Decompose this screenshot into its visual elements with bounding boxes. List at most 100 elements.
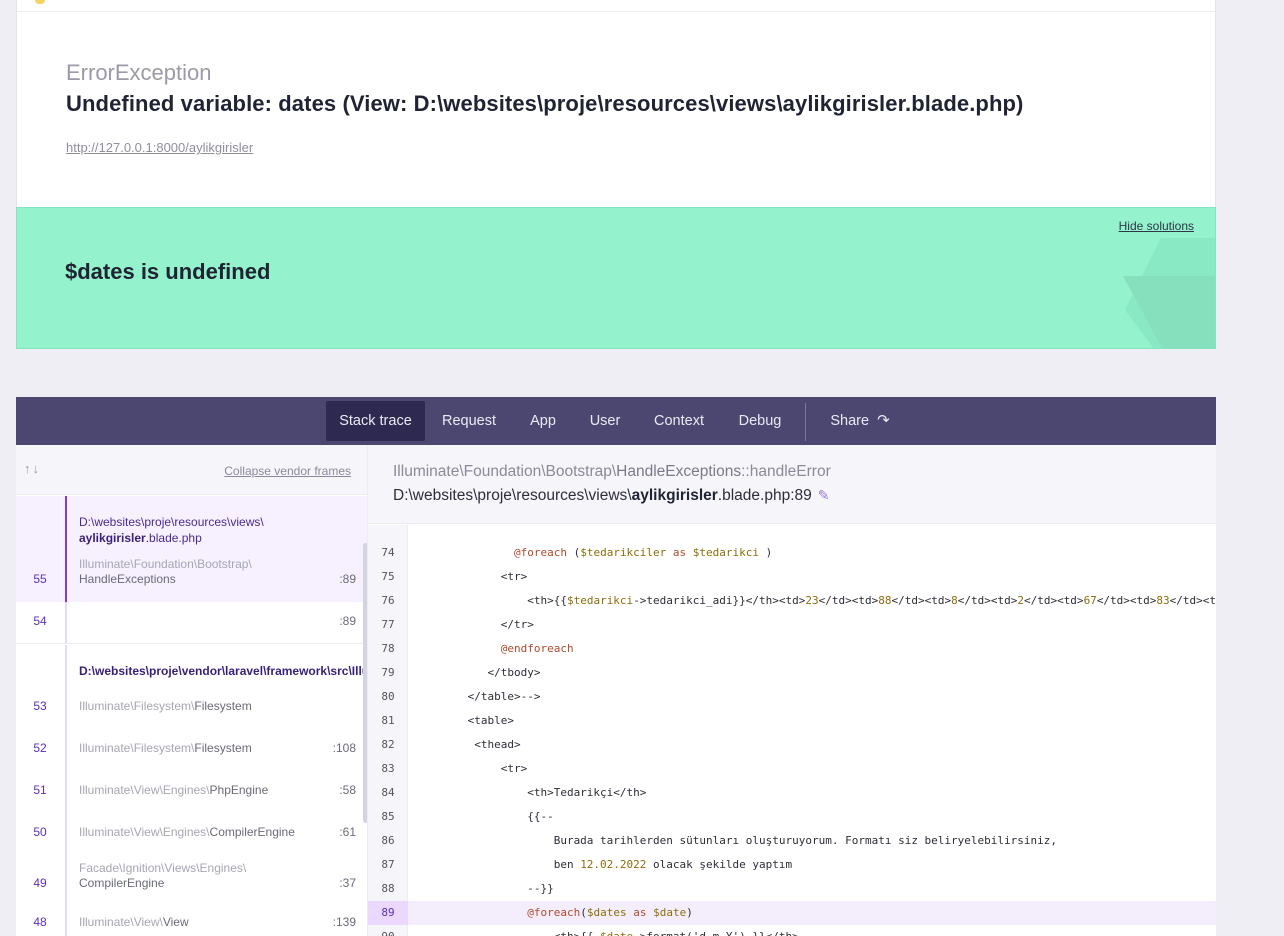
solution-title: $dates is undefined xyxy=(65,259,271,284)
line-code: @endforeach xyxy=(500,642,574,655)
line-code: <tr> xyxy=(408,762,528,775)
share-label: Share xyxy=(830,413,870,429)
code-line: 85 {{-- xyxy=(368,805,1216,829)
tab-user[interactable]: User xyxy=(584,401,626,441)
line-code: </table>--> xyxy=(408,690,541,703)
code-line: 80 </table>--> xyxy=(368,685,1216,709)
line-number: 90 xyxy=(368,925,408,936)
hide-solutions-link[interactable]: Hide solutions xyxy=(1119,219,1194,233)
line-number: 77 xyxy=(381,618,395,631)
tab-share[interactable]: Share ↷ xyxy=(820,401,900,441)
frame-class: Illuminate\Filesystem\Filesystem xyxy=(79,741,252,755)
request-url-link[interactable]: http://127.0.0.1:8000/aylikgirisler xyxy=(66,140,253,155)
line-code: </tbody> xyxy=(408,666,541,679)
frame-class: Illuminate\Filesystem\Filesystem xyxy=(79,699,252,713)
line-number: 83 xyxy=(381,762,395,775)
line-code: <tr> xyxy=(408,570,528,583)
frame-number: 48 xyxy=(33,915,47,929)
line-code: {{-- xyxy=(408,810,554,823)
frame-class: Facade\Ignition\Views\Engines\ CompilerEn… xyxy=(79,861,247,890)
line-code: @foreach ($tedarikciler as $tedarikci ) xyxy=(513,546,773,559)
code-line: 79 </tbody> xyxy=(368,661,1216,685)
top-strip xyxy=(17,0,1215,12)
tab-request[interactable]: Request xyxy=(434,401,504,441)
code-line: 82 <thead> xyxy=(368,733,1216,757)
frame-rail xyxy=(65,602,67,643)
line-code: <table> xyxy=(408,714,514,727)
sort-arrows-icon[interactable]: ↑↓ xyxy=(24,461,41,476)
frame-number: 53 xyxy=(33,699,47,713)
frame-file: D:\websites\proje\vendor\laravel\framewo… xyxy=(79,664,368,678)
tab-debug[interactable]: Debug xyxy=(730,401,790,441)
exception-class: ErrorException xyxy=(66,60,212,85)
tab-stack-trace[interactable]: Stack trace xyxy=(326,401,425,441)
line-number: 88 xyxy=(381,882,395,895)
code-line: 83 <tr> xyxy=(368,757,1216,781)
frame-class: Illuminate\Foundation\Bootstrap\ HandleEx… xyxy=(79,557,252,586)
line-number: 86 xyxy=(381,834,395,847)
frame-line: :58 xyxy=(339,783,356,797)
code-line: 77 </tr> xyxy=(368,613,1216,637)
line-number: 76 xyxy=(381,594,395,607)
frame-number: 52 xyxy=(33,741,47,755)
code-line: 78 @endforeach xyxy=(368,637,1216,661)
frame-line: :37 xyxy=(339,876,356,890)
line-number: 80 xyxy=(381,690,395,703)
line-number: 74 xyxy=(381,546,395,559)
code-line: 86 Burada tarihlerden sütunları oluşturu… xyxy=(368,829,1216,853)
collapse-vendor-frames-link[interactable]: Collapse vendor frames xyxy=(224,464,351,478)
frame-line: :89 xyxy=(339,572,356,586)
frame-class: Illuminate\View\Engines\PhpEngine xyxy=(79,783,269,797)
code-line: 74 @foreach ($tedarikciler as $tedarikci… xyxy=(368,541,1216,565)
frames-header: ↑↓ Collapse vendor frames xyxy=(16,445,367,495)
frame-file: D:\websites\proje\resources\views\ aylikg… xyxy=(79,515,264,545)
code-line: 84 <th>Tedarikçi</th> xyxy=(368,781,1216,805)
frame-item[interactable]: 50 Illuminate\View\Engines\CompilerEngin… xyxy=(16,813,367,855)
frame-line: :139 xyxy=(332,915,356,929)
code-line: 88 --}} xyxy=(368,877,1216,901)
line-number: 82 xyxy=(381,738,395,751)
frame-line: :108 xyxy=(332,741,356,755)
frame-line: :89 xyxy=(339,614,356,628)
frame-class: Illuminate\View\Engines\CompilerEngine xyxy=(79,825,295,839)
line-number: 78 xyxy=(381,642,395,655)
code-line: 89 @foreach($dates as $date) xyxy=(368,901,1216,925)
tab-context[interactable]: Context xyxy=(646,401,712,441)
share-icon: ↷ xyxy=(877,412,890,429)
frame-number: 49 xyxy=(33,876,47,890)
line-code: <th>Tedarikçi</th> xyxy=(408,786,647,799)
frame-number: 54 xyxy=(33,614,47,628)
frame-item[interactable]: 54 :89 xyxy=(16,602,367,644)
code-line: 75 <tr> xyxy=(368,565,1216,589)
line-code: --}} xyxy=(408,882,554,895)
line-code: <th>{{$tedarikci->tedarikci_adi}}</th><t… xyxy=(408,594,1216,607)
line-number: 75 xyxy=(381,570,395,583)
line-number: 84 xyxy=(381,786,395,799)
line-number: 89 xyxy=(368,901,408,925)
detail-header: Illuminate\Foundation\Bootstrap\HandleEx… xyxy=(368,445,1216,524)
line-number: 87 xyxy=(381,858,395,871)
exception-card: ErrorException Undefined variable: dates… xyxy=(16,0,1216,207)
frame-item[interactable]: 48 Illuminate\View\View :139 xyxy=(16,903,367,936)
code-line: 81 <table> xyxy=(368,709,1216,733)
frame-item[interactable]: 51 Illuminate\View\Engines\PhpEngine :58 xyxy=(16,771,367,813)
tab-bar: Stack trace Request App User Context Deb… xyxy=(16,397,1216,445)
frame-item[interactable]: Facade\Ignition\Views\Engines\ CompilerEn… xyxy=(16,855,367,903)
frame-item[interactable]: 53 Illuminate\Filesystem\Filesystem xyxy=(16,687,367,729)
stack-trace-panel: Stack trace Request App User Context Deb… xyxy=(16,397,1216,936)
flare-logo-icon xyxy=(35,0,45,4)
frame-rail xyxy=(65,496,67,602)
line-code: @foreach($dates as $date) xyxy=(527,906,693,919)
line-code: </tr> xyxy=(408,618,534,631)
code-viewer: 74 @foreach ($tedarikciler as $tedarikci… xyxy=(368,525,1216,936)
frame-line: :61 xyxy=(339,825,356,839)
line-code: Burada tarihlerden sütunları oluşturuyor… xyxy=(408,834,1058,847)
frames-list: ↑↓ Collapse vendor frames D:\websites\pr… xyxy=(16,445,368,936)
tab-app[interactable]: App xyxy=(522,401,564,441)
code-line: 90 <th>{{ $date->format('d.m.Y') }}</th> xyxy=(368,925,1216,936)
frame-detail: Illuminate\Foundation\Bootstrap\HandleEx… xyxy=(368,445,1216,936)
frame-item[interactable]: 52 Illuminate\Filesystem\Filesystem :108 xyxy=(16,729,367,771)
line-code: ben 12.02.2022 olacak şekilde yaptım xyxy=(408,858,793,871)
frame-item[interactable]: D:\websites\proje\resources\views\ aylikg… xyxy=(16,496,367,602)
pencil-icon[interactable]: ✎ xyxy=(818,487,830,504)
